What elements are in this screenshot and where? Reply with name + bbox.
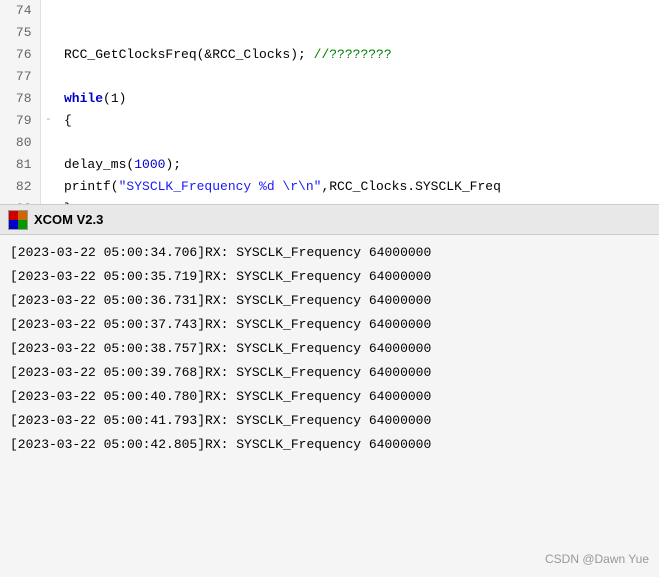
code-row: 75	[0, 22, 659, 44]
code-content: }	[56, 198, 659, 205]
line-number: 75	[0, 22, 40, 44]
xcom-header: XCOM V2.3	[0, 205, 659, 235]
line-number: 80	[0, 132, 40, 154]
code-editor: 747576 RCC_GetClocksFreq(&RCC_Clocks); //…	[0, 0, 659, 205]
code-content	[56, 22, 659, 44]
line-number: 82	[0, 176, 40, 198]
code-row: 79- {	[0, 110, 659, 132]
code-row: 82 printf("SYSCLK_Frequency %d \r\n",RCC…	[0, 176, 659, 198]
code-content	[56, 0, 659, 22]
code-content	[56, 132, 659, 154]
code-content: {	[56, 110, 659, 132]
collapse-button	[40, 176, 56, 198]
xcom-line: [2023-03-22 05:00:40.780]RX: SYSCLK_Freq…	[10, 385, 649, 409]
xcom-line: [2023-03-22 05:00:39.768]RX: SYSCLK_Freq…	[10, 361, 649, 385]
xcom-line: [2023-03-22 05:00:35.719]RX: SYSCLK_Freq…	[10, 265, 649, 289]
collapse-button	[40, 0, 56, 22]
xcom-title: XCOM V2.3	[34, 212, 103, 227]
line-number: 81	[0, 154, 40, 176]
collapse-button[interactable]: -	[40, 198, 56, 205]
xcom-body: [2023-03-22 05:00:34.706]RX: SYSCLK_Freq…	[0, 235, 659, 577]
collapse-button	[40, 44, 56, 66]
code-table: 747576 RCC_GetClocksFreq(&RCC_Clocks); //…	[0, 0, 659, 205]
code-row: 74	[0, 0, 659, 22]
code-row: 81 delay_ms(1000);	[0, 154, 659, 176]
xcom-line: [2023-03-22 05:00:37.743]RX: SYSCLK_Freq…	[10, 313, 649, 337]
code-content: printf("SYSCLK_Frequency %d \r\n",RCC_Cl…	[56, 176, 659, 198]
code-row: 77	[0, 66, 659, 88]
code-row: 83- }	[0, 198, 659, 205]
code-row: 76 RCC_GetClocksFreq(&RCC_Clocks); //????…	[0, 44, 659, 66]
xcom-terminal: XCOM V2.3 [2023-03-22 05:00:34.706]RX: S…	[0, 205, 659, 577]
line-number: 74	[0, 0, 40, 22]
xcom-line: [2023-03-22 05:00:36.731]RX: SYSCLK_Freq…	[10, 289, 649, 313]
code-content: while(1)	[56, 88, 659, 110]
collapse-button	[40, 88, 56, 110]
collapse-button	[40, 132, 56, 154]
xcom-line: [2023-03-22 05:00:38.757]RX: SYSCLK_Freq…	[10, 337, 649, 361]
watermark: CSDN @Dawn Yue	[545, 547, 649, 571]
xcom-line: [2023-03-22 05:00:41.793]RX: SYSCLK_Freq…	[10, 409, 649, 433]
xcom-line: [2023-03-22 05:00:34.706]RX: SYSCLK_Freq…	[10, 241, 649, 265]
line-number: 76	[0, 44, 40, 66]
xcom-icon	[8, 210, 28, 230]
collapse-button	[40, 154, 56, 176]
code-row: 78 while(1)	[0, 88, 659, 110]
code-content: RCC_GetClocksFreq(&RCC_Clocks); //??????…	[56, 44, 659, 66]
xcom-line: [2023-03-22 05:00:42.805]RX: SYSCLK_Freq…	[10, 433, 649, 457]
line-number: 78	[0, 88, 40, 110]
code-row: 80	[0, 132, 659, 154]
code-content	[56, 66, 659, 88]
line-number: 77	[0, 66, 40, 88]
line-number: 79	[0, 110, 40, 132]
collapse-button	[40, 66, 56, 88]
collapse-button	[40, 22, 56, 44]
line-number: 83	[0, 198, 40, 205]
code-content: delay_ms(1000);	[56, 154, 659, 176]
collapse-button[interactable]: -	[40, 110, 56, 132]
